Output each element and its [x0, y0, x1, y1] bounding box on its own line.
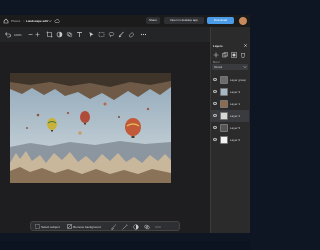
layer-thumbnail	[220, 88, 228, 96]
undo-icon[interactable]	[4, 31, 11, 38]
visibility-eye-icon[interactable]	[213, 138, 217, 141]
visibility-eye-icon[interactable]	[213, 114, 217, 117]
mask-icon[interactable]	[231, 52, 237, 58]
app-window: Photos > Landscape edit Share Open in de…	[0, 15, 250, 233]
visibility-eye-icon[interactable]	[213, 126, 217, 129]
eraser-icon[interactable]	[128, 31, 135, 38]
layer-row[interactable]: Layer 5	[211, 122, 249, 134]
layer-name: Layer 5	[230, 126, 241, 130]
adjust-icon[interactable]	[133, 224, 139, 230]
zoom-in-icon[interactable]	[35, 32, 40, 37]
close-icon[interactable]	[243, 43, 248, 48]
balloon-photo	[10, 73, 171, 183]
layer-thumbnail	[220, 100, 228, 108]
add-layer-icon[interactable]	[213, 52, 219, 58]
panel-title: Layers	[213, 44, 223, 48]
title-bar: Photos > Landscape edit Share Open in de…	[0, 15, 250, 27]
chevron-down-icon[interactable]	[48, 19, 52, 23]
toolbar: 100%	[0, 27, 210, 42]
taskbar	[0, 241, 250, 250]
duplicate-layer-icon[interactable]	[222, 52, 228, 58]
visibility-eye-icon[interactable]	[213, 78, 217, 81]
text-icon[interactable]	[76, 31, 83, 38]
more-options-icon[interactable]	[155, 224, 161, 230]
layer-name: Layer 3	[230, 90, 241, 94]
blend-mode-select[interactable]: Normal	[212, 64, 248, 70]
visibility-eye-icon[interactable]	[213, 102, 217, 105]
select-subject-button[interactable]: Select subject	[41, 225, 60, 229]
crop-icon[interactable]	[46, 31, 53, 38]
avatar[interactable]	[239, 17, 247, 25]
more-tools-icon[interactable]	[140, 31, 147, 38]
layer-name: Layer 6	[230, 138, 241, 142]
remove-background-button[interactable]: Remove background	[73, 225, 101, 229]
filters-icon[interactable]	[144, 224, 150, 230]
share-button[interactable]: Share	[146, 17, 160, 24]
contextual-taskbar: Select subject Remove background	[30, 221, 180, 231]
brush-icon[interactable]	[118, 31, 125, 38]
download-button[interactable]: Download	[207, 17, 234, 24]
layer-row[interactable]: Layer 2	[211, 110, 249, 122]
layer-name: Layer group	[230, 78, 247, 82]
canvas-image[interactable]	[10, 73, 171, 183]
remove-background-icon	[67, 224, 72, 229]
adjust-icon[interactable]	[56, 31, 63, 38]
breadcrumb-separator: >	[23, 19, 25, 23]
select-subject-icon	[35, 224, 40, 229]
layer-thumbnail	[220, 136, 228, 144]
layer-thumbnail	[220, 76, 228, 84]
breadcrumb-prev[interactable]: Photos	[11, 19, 20, 23]
delete-layer-icon[interactable]	[240, 52, 246, 58]
move-tool-icon[interactable]	[88, 31, 95, 38]
magic-wand-icon[interactable]	[122, 224, 128, 230]
home-icon[interactable]	[3, 18, 9, 24]
file-title[interactable]: Landscape edit	[26, 19, 48, 23]
layer-name: Layer 2	[230, 114, 241, 118]
blend-mode-value: Normal	[214, 65, 223, 69]
layer-row[interactable]: Layer group	[211, 74, 249, 86]
layer-thumbnail	[220, 124, 228, 132]
zoom-out-icon[interactable]	[28, 32, 33, 37]
open-in-desktop-button[interactable]: Open in desktop app	[164, 17, 204, 24]
rectangle-select-icon[interactable]	[98, 31, 105, 38]
layer-thumbnail	[220, 112, 228, 120]
layer-row[interactable]: Layer 1	[211, 98, 249, 110]
chevron-down-icon	[243, 66, 247, 69]
zoom-level[interactable]: 100%	[14, 33, 22, 37]
layer-row[interactable]: Layer 6	[211, 134, 249, 146]
visibility-eye-icon[interactable]	[213, 90, 217, 93]
cloud-saved-icon	[54, 19, 60, 23]
filters-icon[interactable]	[66, 31, 73, 38]
brush-icon[interactable]	[111, 224, 117, 230]
lasso-icon[interactable]	[108, 31, 115, 38]
layer-row[interactable]: Layer 3	[211, 86, 249, 98]
layer-name: Layer 1	[230, 102, 241, 106]
